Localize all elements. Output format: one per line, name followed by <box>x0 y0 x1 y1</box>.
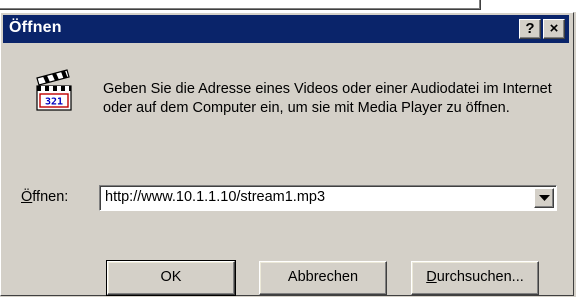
open-dialog: Öffnen ? × 321 Geben Sie die Adresse ein… <box>0 12 574 296</box>
svg-text:321: 321 <box>45 97 63 108</box>
open-address-combobox[interactable]: http://www.10.1.1.10/stream1.mp3 <box>99 185 557 211</box>
close-button[interactable]: × <box>543 19 565 39</box>
open-label-text: ffnen: <box>32 189 69 205</box>
open-label-accelerator: Ö <box>21 189 33 205</box>
title-bar[interactable]: Öffnen ? × <box>3 15 569 43</box>
browse-accelerator: D <box>426 269 437 285</box>
ok-button[interactable]: OK <box>106 260 236 296</box>
browse-label: urchsuchen... <box>436 269 524 285</box>
cancel-button[interactable]: Abbrechen <box>259 261 387 295</box>
help-button[interactable]: ? <box>519 19 541 39</box>
open-address-value[interactable]: http://www.10.1.1.10/stream1.mp3 <box>105 189 325 205</box>
open-field-label: Öffnen: <box>21 189 68 205</box>
dialog-title: Öffnen <box>9 19 62 36</box>
clapperboard-icon: 321 <box>29 68 77 116</box>
dropdown-arrow-button[interactable] <box>534 188 554 208</box>
background-window <box>0 0 576 12</box>
instruction-text: Geben Sie die Adresse eines Videos oder … <box>103 81 552 116</box>
background-field <box>0 0 481 10</box>
browse-button[interactable]: Durchsuchen... <box>411 261 539 295</box>
chevron-down-icon <box>539 195 550 201</box>
